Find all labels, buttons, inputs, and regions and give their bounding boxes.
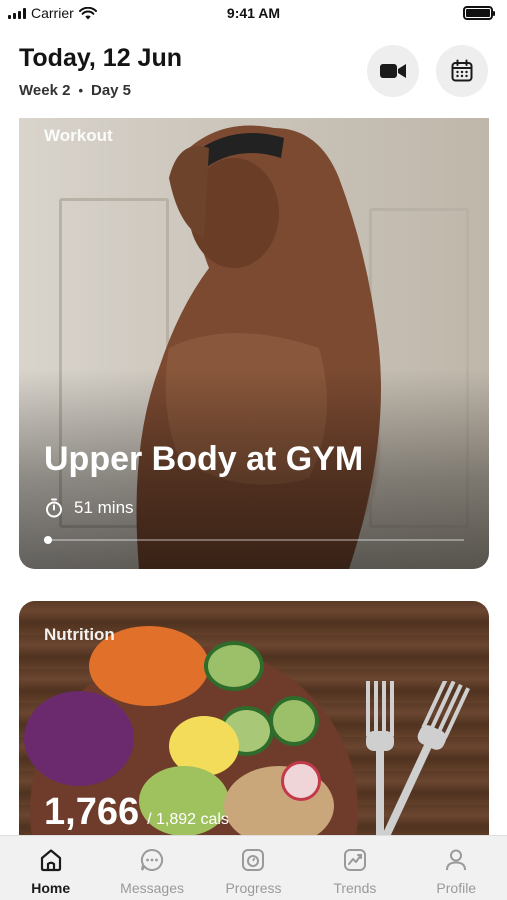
tab-label: Profile [436,880,477,896]
tab-label: Trends [333,880,377,896]
tab-profile[interactable]: Profile [406,846,506,896]
cucumber-decoration [204,641,264,691]
chat-bubble-icon [138,846,166,874]
header: Today, 12 Jun Week 2 • Day 5 [0,26,507,120]
home-icon [37,846,65,874]
radish-decoration [281,761,321,801]
bottom-tab-bar: Home Messages Progress Trends Profile [0,835,507,900]
separator-dot: • [78,83,83,98]
video-camera-icon [380,64,406,78]
scale-icon [239,846,267,874]
page-title: Today, 12 Jun [19,44,183,72]
calorie-summary: 1,766 / 1,892 cals [44,791,229,834]
status-left: Carrier [8,5,97,21]
day-label: Day 5 [91,82,132,99]
wifi-icon [78,6,97,19]
nutrition-label: Nutrition [44,625,115,644]
workout-duration: 51 mins [44,498,134,518]
workout-progress-bar[interactable] [44,536,464,544]
week-day-subtitle: Week 2 • Day 5 [19,82,131,99]
week-label: Week 2 [19,82,71,99]
person-icon [442,846,470,874]
calories-consumed: 1,766 [44,791,140,833]
calendar-button[interactable] [436,45,488,97]
workout-title: Upper Body at GYM [44,440,364,478]
nutrition-card[interactable]: Nutrition 1,766 / 1,892 cals [19,601,489,851]
signal-icon [8,7,26,19]
tab-progress[interactable]: Progress [203,846,303,896]
stopwatch-icon [46,498,62,518]
calories-target: / 1,892 cals [147,811,229,828]
battery-icon [463,6,495,20]
cabbage-decoration [24,691,134,786]
cucumber-decoration [269,696,319,746]
workout-card[interactable]: Workout Upper Body at GYM 51 mins [19,118,489,569]
tab-label: Messages [120,880,184,896]
tab-trends[interactable]: Trends [305,846,405,896]
carrier-label: Carrier [31,5,74,21]
forks-decoration [366,681,470,851]
calendar-icon [451,59,473,82]
tab-messages[interactable]: Messages [102,846,202,896]
status-bar: Carrier 9:41 AM [0,0,507,26]
trend-chart-icon [341,846,369,874]
tab-label: Home [31,880,71,896]
tab-label: Progress [225,880,282,896]
video-call-button[interactable] [367,45,419,97]
tab-home[interactable]: Home [1,846,101,896]
duration-label: 51 mins [74,498,134,517]
workout-label: Workout [44,126,113,145]
